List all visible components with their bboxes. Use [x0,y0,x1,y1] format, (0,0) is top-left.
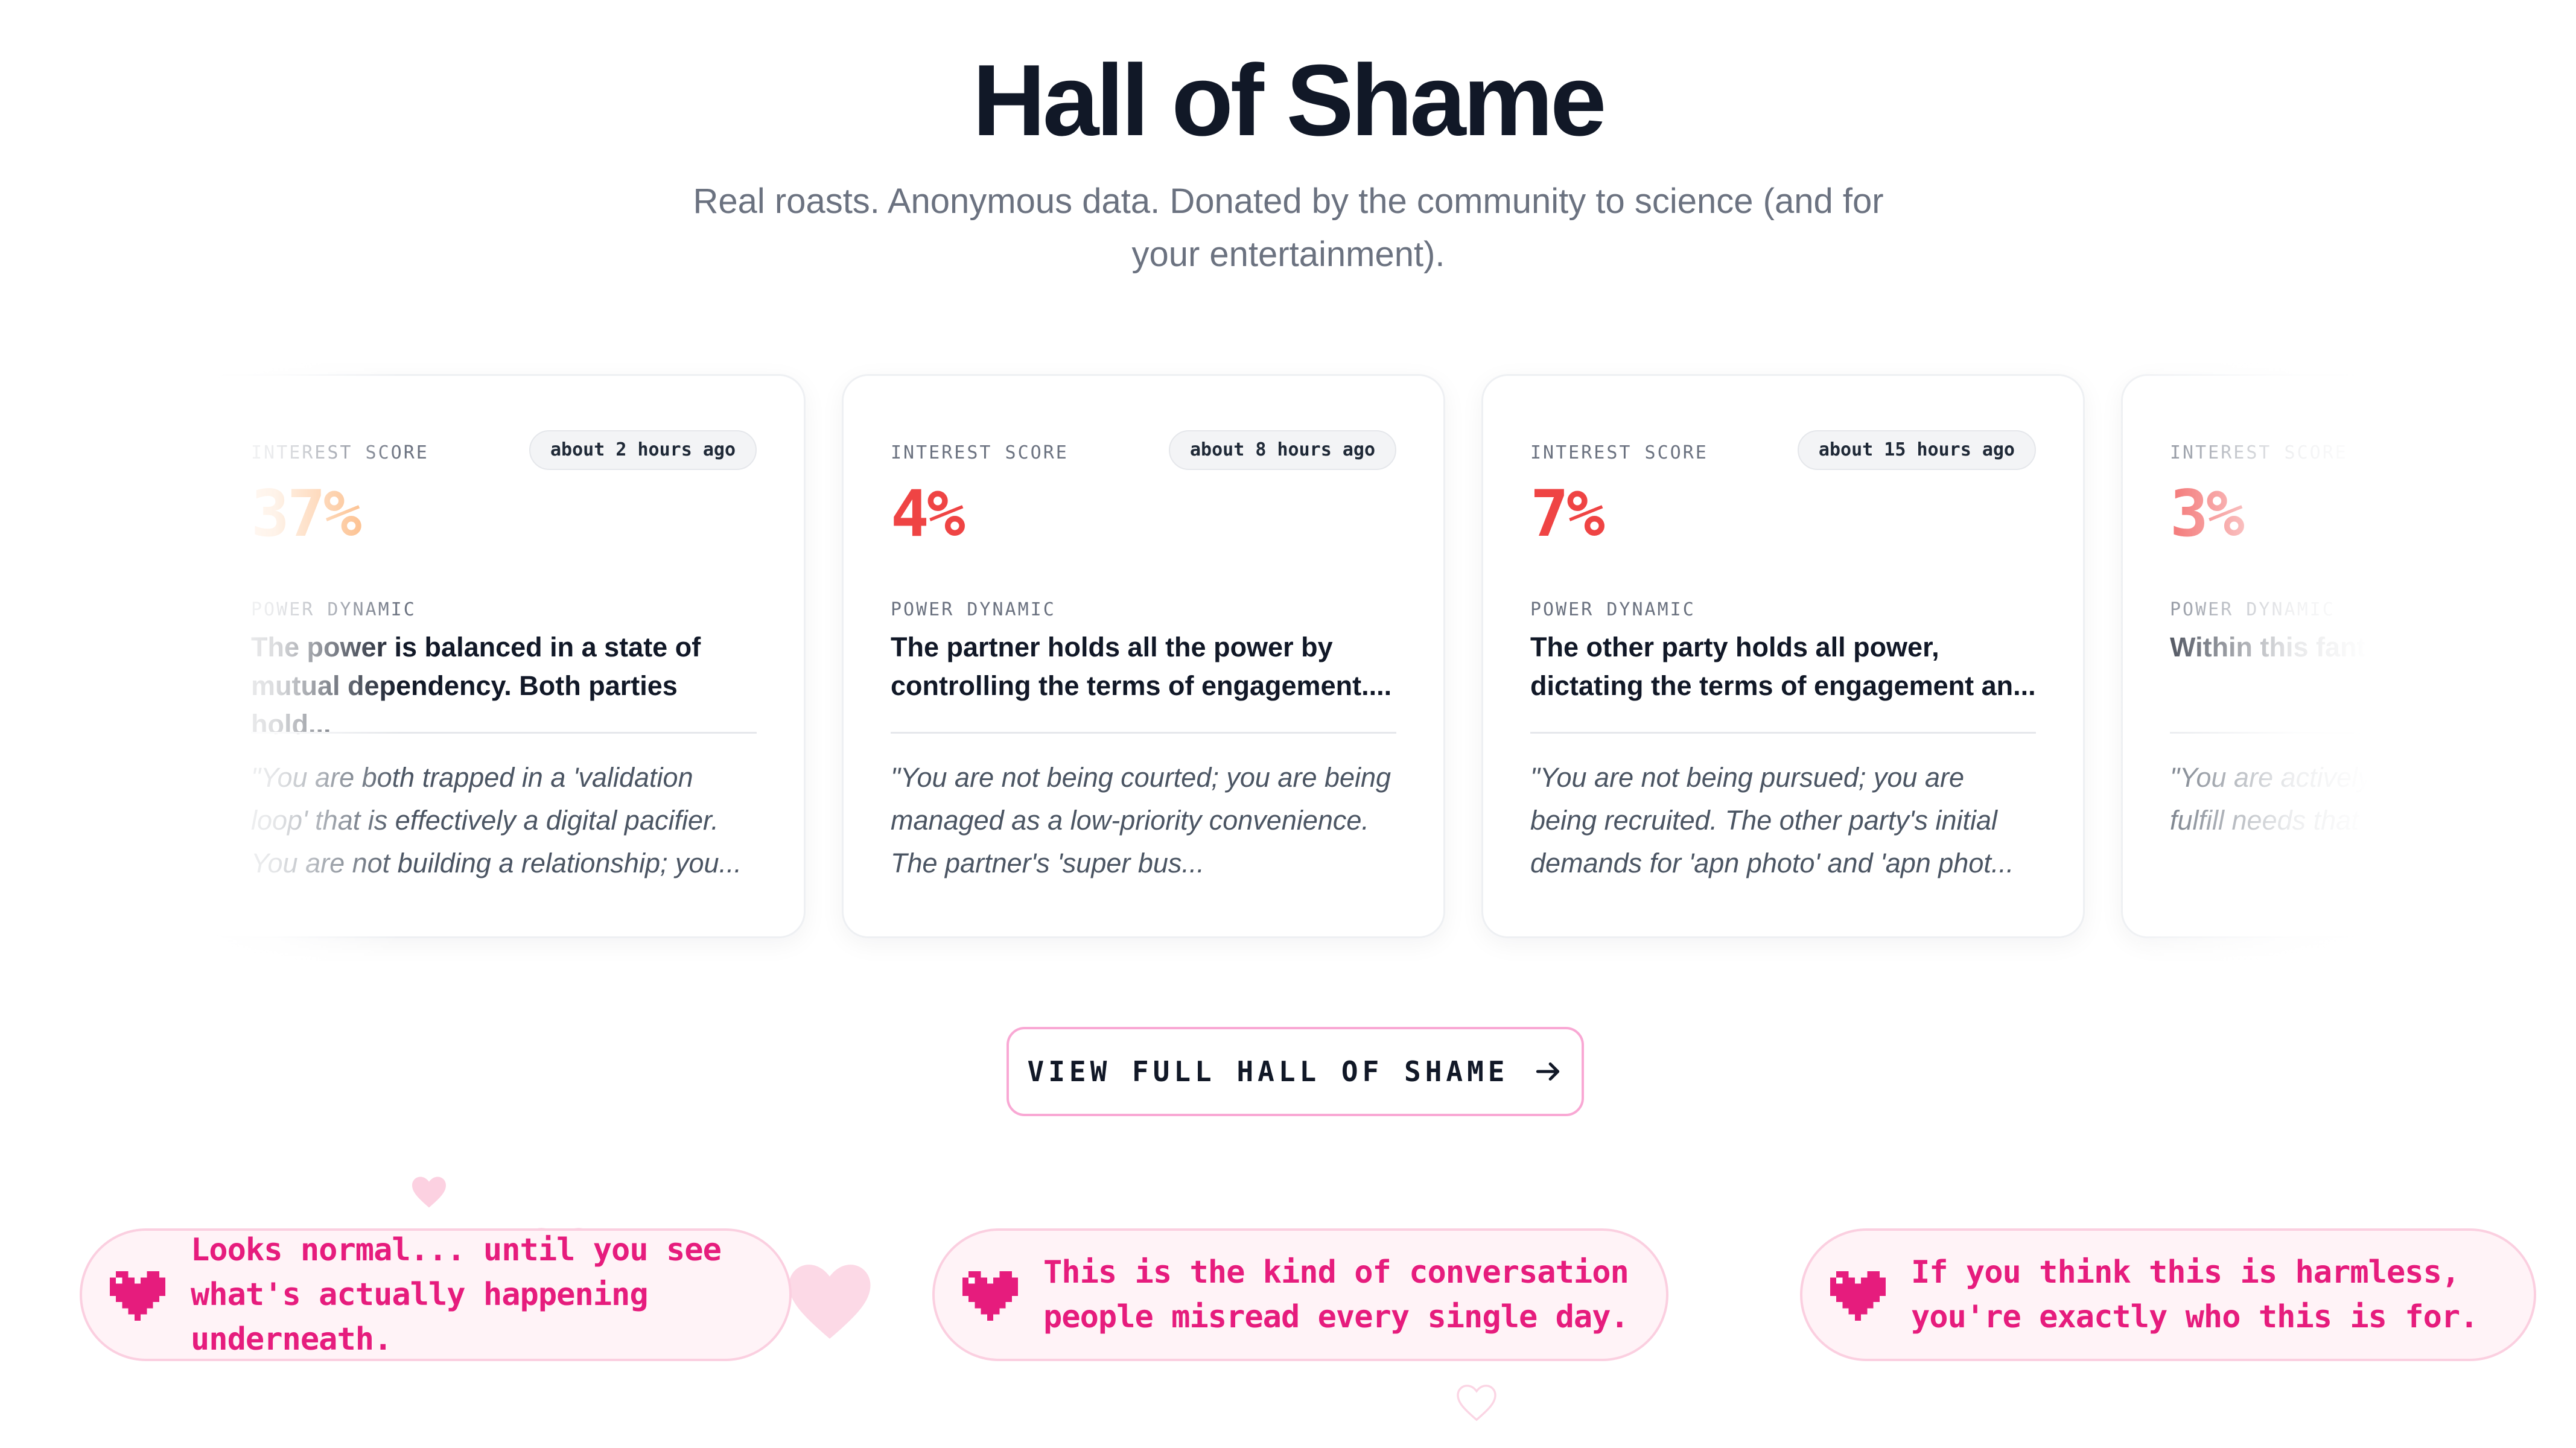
roast-quote: "You are not being pursued; you are bein… [1530,762,2014,878]
power-dynamic-label: POWER DYNAMIC [251,599,416,620]
roast-card[interactable]: INTEREST SCORE 3% POWER DYNAMIC Within t… [2121,374,2368,938]
roast-quote: "You are both trapped in a 'validation l… [251,762,742,878]
view-full-hall-of-shame-button[interactable]: VIEW FULL HALL OF SHAME [1007,1027,1584,1116]
power-dynamic-text: Within this fantasy constructed and s [2170,632,2368,662]
roast-card[interactable]: INTEREST SCORE about 15 hours ago 7% POW… [1481,374,2085,938]
power-dynamic-text: The power is balanced in a state of mutu… [251,632,701,740]
interest-score-value: 7% [1530,477,1605,551]
pixel-heart-icon [962,1271,1018,1321]
power-dynamic-text: The partner holds all the power by contr… [891,632,1392,701]
interest-score-label: INTEREST SCORE [251,442,429,463]
power-dynamic-label: POWER DYNAMIC [1530,599,1696,620]
view-full-hall-of-shame-label: VIEW FULL HALL OF SHAME [1027,1055,1509,1088]
callout-text: Looks normal... until you see what's act… [191,1232,722,1358]
callout-pill: This is the kind of conversation people … [932,1228,1668,1361]
callout-text: If you think this is harmless, you're ex… [1911,1254,2479,1335]
callout-pill: Looks normal... until you see what's act… [80,1228,792,1361]
power-dynamic-label: POWER DYNAMIC [2170,599,2335,620]
page-subtitle: Real roasts. Anonymous data. Donated by … [693,182,1884,274]
floating-heart-icon [789,1265,871,1339]
interest-score-label: INTEREST SCORE [1530,442,1708,463]
power-dynamic-text: The other party holds all power, dictati… [1530,632,2036,701]
card-divider [2170,732,2368,734]
roast-carousel[interactable]: INTEREST SCORE about 2 hours ago 37% POW… [208,290,2368,1014]
page-title: Hall of Shame [972,43,1607,157]
time-ago-badge: about 15 hours ago [1797,430,2036,470]
roast-quote: "You are not being courted; you are bein… [891,762,1391,878]
pixel-heart-icon [1830,1271,1886,1321]
interest-score-label: INTEREST SCORE [2170,442,2348,463]
time-ago-badge: about 2 hours ago [529,430,757,470]
power-dynamic-label: POWER DYNAMIC [891,599,1056,620]
interest-score-label: INTEREST SCORE [891,442,1069,463]
roast-card[interactable]: INTEREST SCORE about 2 hours ago 37% POW… [208,374,806,938]
card-divider [891,732,1396,734]
card-divider [251,732,757,734]
floating-heart-icon [412,1176,446,1208]
card-divider [1530,732,2036,734]
time-ago-badge: about 8 hours ago [1168,430,1396,470]
interest-score-value: 3% [2170,477,2245,551]
floating-heart-outline-icon [1457,1385,1496,1421]
pixel-heart-icon [110,1271,165,1321]
callout-pill: If you think this is harmless, you're ex… [1800,1228,2536,1361]
roast-card[interactable]: INTEREST SCORE about 8 hours ago 4% POWE… [842,374,1445,938]
interest-score-value: 4% [891,477,965,551]
roast-quote: "You are actively c idealized, sexually … [2170,762,2368,836]
arrow-right-icon [1536,1062,1560,1081]
interest-score-value: 37% [251,477,361,551]
callout-text: This is the kind of conversation people … [1043,1254,1629,1335]
